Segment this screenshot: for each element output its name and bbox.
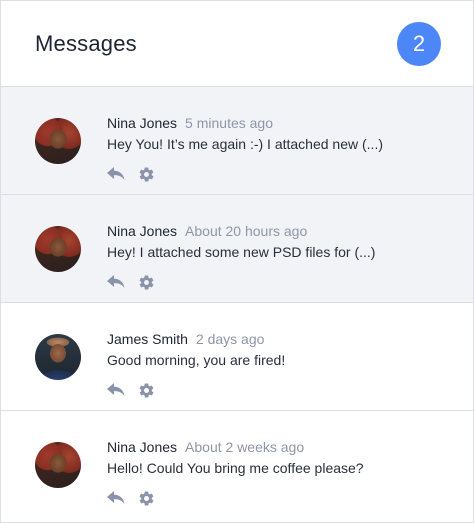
- message-actions: [107, 381, 285, 399]
- message-meta: Nina Jones About 20 hours ago: [107, 222, 375, 240]
- reply-icon[interactable]: [107, 165, 125, 183]
- avatar: [35, 226, 81, 272]
- avatar: [35, 442, 81, 488]
- sender-name: Nina Jones: [107, 115, 178, 131]
- message-text: Hey You! It’s me again :-) I attached ne…: [107, 136, 383, 152]
- unread-count-badge: 2: [397, 21, 441, 66]
- message-meta: James Smith 2 days ago: [107, 330, 285, 348]
- message-meta: Nina Jones About 2 weeks ago: [107, 438, 364, 456]
- message-time: About 20 hours ago: [185, 223, 308, 239]
- message-text: Good morning, you are fired!: [107, 352, 286, 368]
- sender-name: James Smith: [107, 331, 188, 347]
- gear-icon[interactable]: [137, 273, 155, 291]
- message-time: About 2 weeks ago: [185, 439, 305, 455]
- message-actions: [107, 165, 383, 183]
- message-item[interactable]: Nina Jones About 20 hours ago Hey! I attac…: [1, 195, 473, 303]
- message-content: James Smith 2 days ago Good morning, you a…: [107, 303, 285, 399]
- message-meta: Nina Jones 5 minutes ago: [107, 114, 383, 132]
- message-text: Hello! Could You bring me coffee please?: [107, 460, 364, 476]
- reply-icon[interactable]: [107, 273, 125, 291]
- message-content: Nina Jones About 20 hours ago Hey! I attac…: [107, 195, 375, 291]
- message-item[interactable]: Nina Jones 5 minutes ago Hey You! It’s me …: [1, 87, 473, 195]
- message-item[interactable]: Nina Jones About 2 weeks ago Hello! Could …: [1, 411, 473, 519]
- message-content: Nina Jones About 2 weeks ago Hello! Could …: [107, 411, 364, 507]
- sender-name: Nina Jones: [107, 439, 178, 455]
- sender-name: Nina Jones: [107, 223, 178, 239]
- message-text: Hey! I attached some new PSD files for (…: [107, 244, 376, 260]
- gear-icon[interactable]: [137, 381, 155, 399]
- message-time: 2 days ago: [195, 331, 265, 347]
- page-title: Messages: [35, 30, 137, 56]
- message-time: 5 minutes ago: [185, 115, 273, 131]
- avatar: [35, 334, 81, 380]
- avatar: [35, 118, 81, 164]
- gear-icon[interactable]: [137, 489, 155, 507]
- message-item[interactable]: James Smith 2 days ago Good morning, you a…: [1, 303, 473, 411]
- message-actions: [107, 273, 375, 291]
- message-content: Nina Jones 5 minutes ago Hey You! It’s me …: [107, 87, 383, 183]
- gear-icon[interactable]: [137, 165, 155, 183]
- message-actions: [107, 489, 364, 507]
- reply-icon[interactable]: [107, 489, 125, 507]
- messages-panel: Messages 2 Nina Jones 5 minutes ago Hey Yo…: [0, 0, 474, 523]
- messages-header: Messages 2: [1, 1, 473, 87]
- message-list: Nina Jones 5 minutes ago Hey You! It’s me …: [1, 87, 473, 519]
- reply-icon[interactable]: [107, 381, 125, 399]
